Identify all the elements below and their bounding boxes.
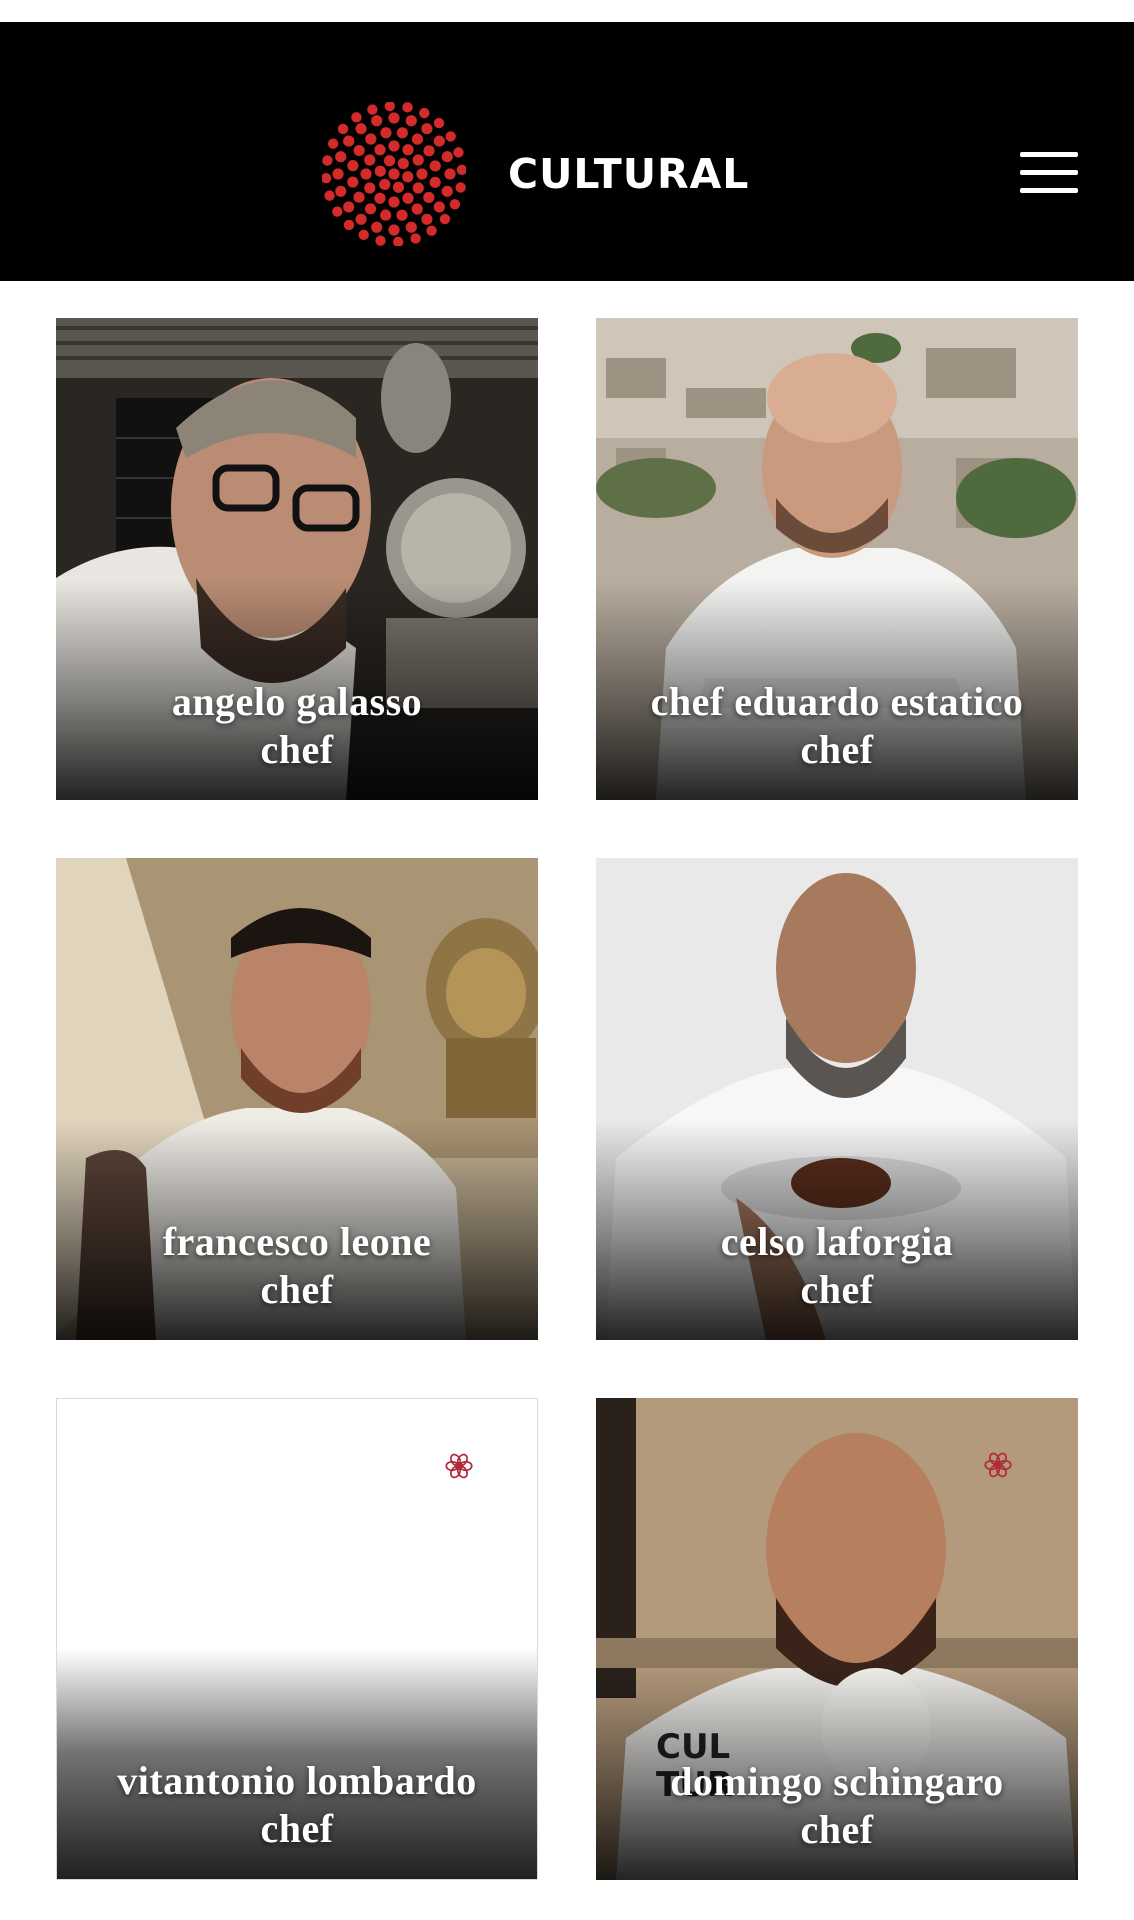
chef-role: chef [260,1267,334,1312]
chef-caption: chef eduardo estatico chef [596,678,1078,774]
site-header: CULTURAL [0,22,1134,281]
michelin-star-icon [445,1453,473,1479]
brand-name[interactable]: CULTURAL [508,147,749,201]
chef-role: chef [800,1807,874,1852]
chef-name: chef eduardo estatico [650,679,1024,724]
chef-role: chef [800,727,874,772]
chef-role: chef [800,1267,874,1312]
chef-name: vitantonio lombardo [117,1758,477,1803]
chef-caption: francesco leone chef [56,1218,538,1314]
chef-caption: celso laforgia chef [596,1218,1078,1314]
chef-caption: domingo schingaro chef [596,1758,1078,1854]
chef-card-eduardo-estatico[interactable]: chef eduardo estatico chef [596,318,1078,800]
logo-dots-icon[interactable] [322,102,466,246]
chef-role: chef [260,1806,334,1851]
chef-card-angelo-galasso[interactable]: angelo galasso chef [56,318,538,800]
chef-card-francesco-leone[interactable]: francesco leone chef [56,858,538,1340]
chef-name: celso laforgia [720,1219,954,1264]
chef-name: domingo schingaro [670,1759,1004,1804]
chef-card-vitantonio-lombardo[interactable]: vitantonio lombardo chef [56,1398,538,1880]
hamburger-menu-icon[interactable] [1020,150,1080,196]
chef-role: chef [260,727,334,772]
chef-caption: vitantonio lombardo chef [57,1757,537,1853]
chef-caption: angelo galasso chef [56,678,538,774]
chef-card-domingo-schingaro[interactable]: CUL TUR domingo schingaro chef [596,1398,1078,1880]
chef-name: francesco leone [162,1219,432,1264]
chef-card-celso-laforgia[interactable]: celso laforgia chef [596,858,1078,1340]
michelin-star-icon [984,1452,1012,1478]
chef-name: angelo galasso [171,679,423,724]
